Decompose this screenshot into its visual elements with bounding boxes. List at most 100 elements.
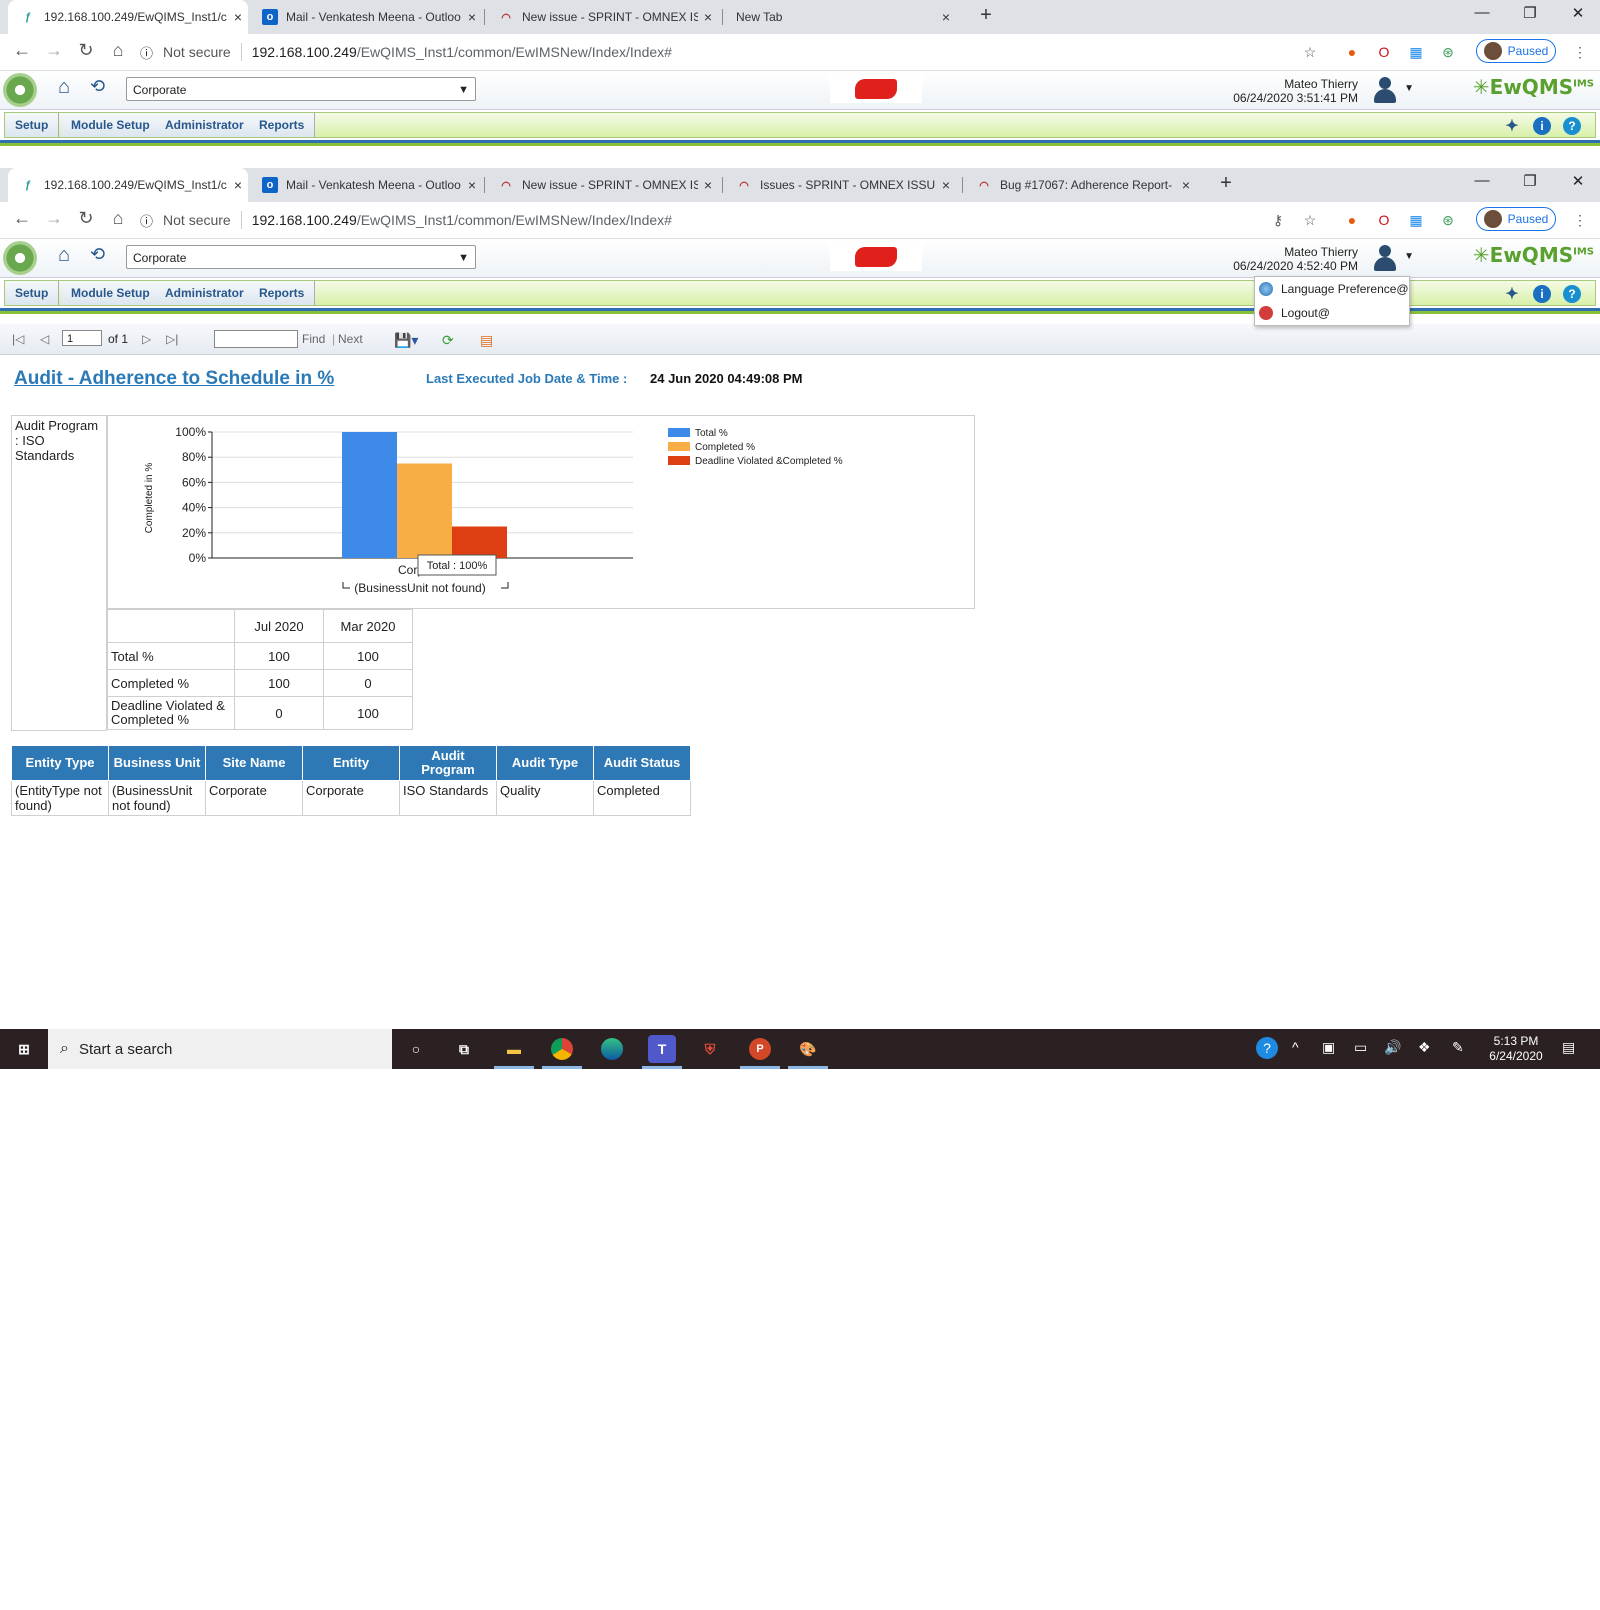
first-page-icon[interactable]: |◁ <box>12 332 24 346</box>
info-icon[interactable]: i <box>1533 117 1551 135</box>
home-icon[interactable]: ⌂ <box>106 208 130 229</box>
language-preference-item[interactable]: Language Preference@ <box>1255 277 1409 301</box>
teams-icon[interactable]: T <box>648 1035 676 1063</box>
bar-1[interactable] <box>397 463 452 559</box>
new-tab-button[interactable]: + <box>1212 172 1240 195</box>
close-icon[interactable]: × <box>936 9 956 25</box>
prev-page-icon[interactable]: ◁ <box>40 332 49 346</box>
clock[interactable]: 5:13 PM 6/24/2020 <box>1486 1034 1546 1064</box>
close-icon[interactable]: × <box>228 177 248 193</box>
menu-kebab-icon[interactable]: ⋮ <box>1570 42 1590 62</box>
restore-button[interactable]: ❐ <box>1510 172 1550 190</box>
menu-module-setup[interactable]: Module Setup <box>61 281 161 305</box>
report-title[interactable]: Audit - Adherence to Schedule in % <box>14 368 334 390</box>
back-icon[interactable]: ← <box>10 208 34 229</box>
windows-start-icon[interactable]: ⊞ <box>10 1035 38 1063</box>
url-input[interactable]: ⓘ Not secure 192.168.100.249/EwQIMS_Inst… <box>140 38 1270 66</box>
tab-ewqims[interactable]: ƒ 192.168.100.249/EwQIMS_Inst1/c × <box>8 0 248 34</box>
logout-item[interactable]: Logout@ <box>1255 301 1409 325</box>
extension-icon[interactable]: ⊛ <box>1438 42 1458 62</box>
shield-app-icon[interactable]: ⛨ <box>696 1035 724 1063</box>
close-window-button[interactable]: ✕ <box>1558 4 1598 22</box>
taskbar-search[interactable]: ⌕ Start a search <box>48 1029 392 1069</box>
chevron-up-icon[interactable]: ^ <box>1292 1039 1299 1055</box>
caret-down-icon[interactable]: ▼ <box>1404 251 1414 262</box>
refresh-icon[interactable]: ⟲ <box>90 76 105 97</box>
windows-extension-icon[interactable]: ▦ <box>1406 42 1426 62</box>
bookmark-star-icon[interactable]: ☆ <box>1300 210 1320 230</box>
windows-extension-icon[interactable]: ▦ <box>1406 210 1426 230</box>
next-link[interactable]: Next <box>338 332 363 346</box>
close-icon[interactable]: × <box>1176 177 1196 193</box>
find-link[interactable]: Find <box>302 332 325 346</box>
profile-button[interactable]: Paused <box>1476 207 1556 231</box>
minimize-button[interactable]: — <box>1462 172 1502 189</box>
page-number-input[interactable]: 1 <box>62 330 102 346</box>
home-icon[interactable]: ⌂ <box>58 244 70 267</box>
close-icon[interactable]: × <box>936 177 956 193</box>
find-input[interactable] <box>214 330 298 348</box>
close-window-button[interactable]: ✕ <box>1558 172 1598 190</box>
help-tray-icon[interactable]: ? <box>1256 1037 1278 1059</box>
bookmark-star-icon[interactable]: ☆ <box>1300 42 1320 62</box>
opera-extension-icon[interactable]: O <box>1374 210 1394 230</box>
pin-icon[interactable]: ✦ <box>1503 117 1521 135</box>
extension-icon[interactable]: ⊛ <box>1438 210 1458 230</box>
forward-icon[interactable]: → <box>42 208 66 229</box>
reload-icon[interactable]: ↻ <box>74 208 98 229</box>
reload-icon[interactable]: ↻ <box>74 40 98 61</box>
forward-icon[interactable]: → <box>42 40 66 61</box>
powerpoint-icon[interactable]: P <box>746 1035 774 1063</box>
menu-module-setup[interactable]: Module Setup <box>61 113 161 137</box>
close-icon[interactable]: × <box>462 9 482 25</box>
caret-down-icon[interactable]: ▼ <box>1404 83 1414 94</box>
close-icon[interactable]: × <box>698 9 718 25</box>
tab-outlook[interactable]: o Mail - Venkatesh Meena - Outloo × <box>250 168 482 202</box>
home-icon[interactable]: ⌂ <box>58 76 70 99</box>
cortana-icon[interactable]: ○ <box>402 1035 430 1063</box>
file-explorer-icon[interactable]: ▬ <box>500 1035 528 1063</box>
organization-select[interactable]: Corporate ▼ <box>126 245 476 269</box>
restore-button[interactable]: ❐ <box>1510 4 1550 22</box>
menu-reports[interactable]: Reports <box>249 113 316 137</box>
organization-select[interactable]: Corporate ▼ <box>126 77 476 101</box>
menu-administrator[interactable]: Administrator <box>155 113 255 137</box>
back-icon[interactable]: ← <box>10 40 34 61</box>
info-icon[interactable]: ⓘ <box>140 43 153 62</box>
tab-redmine-bug[interactable]: ◠ Bug #17067: Adherence Report- × <box>964 168 1196 202</box>
close-icon[interactable]: × <box>228 9 248 25</box>
bar-0[interactable] <box>342 432 397 558</box>
tab-new-tab[interactable]: New Tab × <box>724 0 956 34</box>
minimize-button[interactable]: — <box>1462 4 1502 21</box>
fire-extension-icon[interactable]: ● <box>1342 42 1362 62</box>
close-icon[interactable]: × <box>698 177 718 193</box>
bar-2[interactable] <box>452 526 507 559</box>
last-page-icon[interactable]: ▷| <box>166 332 178 346</box>
tab-redmine-new-issue[interactable]: ◠ New issue - SPRINT - OMNEX ISS × <box>486 168 718 202</box>
tab-redmine-issues[interactable]: ◠ Issues - SPRINT - OMNEX ISSUE × <box>724 168 956 202</box>
menu-reports[interactable]: Reports <box>249 281 316 305</box>
user-avatar-button[interactable] <box>1370 75 1400 105</box>
menu-setup[interactable]: Setup <box>5 281 60 305</box>
menu-administrator[interactable]: Administrator <box>155 281 255 305</box>
volume-icon[interactable]: 🔊 <box>1384 1039 1401 1056</box>
export-icon[interactable]: 💾▾ <box>394 332 418 349</box>
info-icon[interactable]: ⓘ <box>140 211 153 230</box>
new-tab-button[interactable]: + <box>972 4 1000 27</box>
edge-icon[interactable] <box>598 1035 626 1063</box>
help-icon[interactable]: ? <box>1563 285 1581 303</box>
refresh-report-icon[interactable]: ⟳ <box>442 332 454 349</box>
battery-icon[interactable]: ▭ <box>1354 1039 1367 1056</box>
network-icon[interactable]: ▣ <box>1322 1039 1335 1056</box>
pin-icon[interactable]: ✦ <box>1503 285 1521 303</box>
chrome-icon[interactable] <box>548 1035 576 1063</box>
menu-kebab-icon[interactable]: ⋮ <box>1570 210 1590 230</box>
paint-icon[interactable]: 🎨 <box>794 1035 822 1063</box>
menu-setup[interactable]: Setup <box>5 113 60 137</box>
close-icon[interactable]: × <box>462 177 482 193</box>
print-icon[interactable]: ▤ <box>480 332 493 349</box>
task-view-icon[interactable]: ⧉ <box>450 1035 478 1063</box>
notifications-icon[interactable]: ▤ <box>1562 1039 1575 1056</box>
info-icon[interactable]: i <box>1533 285 1551 303</box>
refresh-icon[interactable]: ⟲ <box>90 244 105 265</box>
